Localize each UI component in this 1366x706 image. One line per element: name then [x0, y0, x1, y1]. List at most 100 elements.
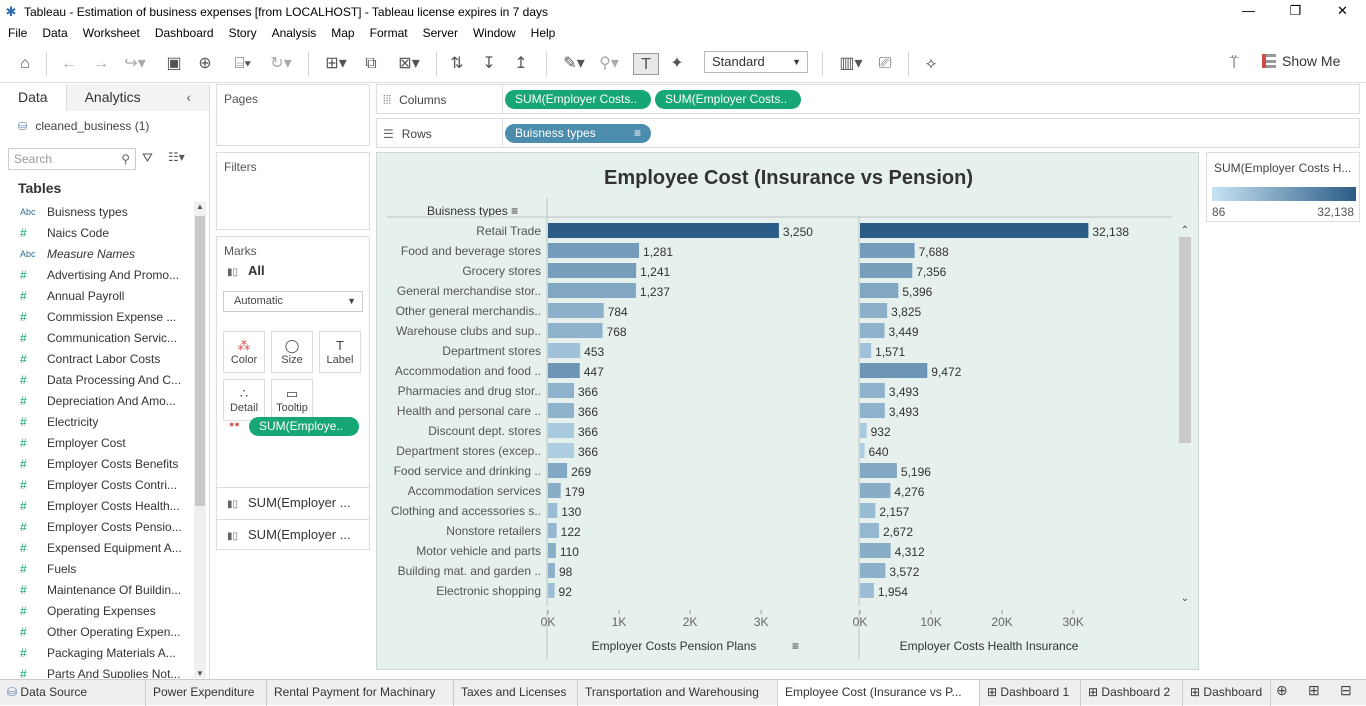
tab-rental-payment[interactable]: Rental Payment for Machinary	[267, 680, 454, 706]
restore-button[interactable]: ❐	[1272, 0, 1319, 23]
menu-worksheet[interactable]: Worksheet	[83, 26, 140, 40]
color-legend[interactable]: SUM(Employer Costs H... 86 32,138	[1206, 152, 1360, 222]
field-item[interactable]: # Depreciation And Amo...	[0, 391, 194, 412]
new-datasource-icon[interactable]: ⊕	[194, 53, 216, 75]
measure-card-2[interactable]: ▮▯ SUM(Employer ...	[227, 527, 351, 542]
group-members-icon[interactable]: ⚲▾	[594, 53, 624, 75]
field-item[interactable]: # Packaging Materials A...	[0, 643, 194, 664]
close-button[interactable]: ✕	[1319, 0, 1366, 23]
collapse-icon[interactable]: ‹	[186, 84, 191, 110]
color-button[interactable]: ⁂ Color	[223, 331, 265, 373]
share-icon[interactable]: ⟡	[920, 53, 942, 75]
tab-power-expenditure[interactable]: Power Expenditure	[146, 680, 267, 706]
filter-icon[interactable]: ⛛	[142, 150, 153, 166]
new-worksheet-icon[interactable]: ⊕	[1276, 682, 1288, 699]
menu-story[interactable]: Story	[229, 26, 257, 40]
tab-taxes-licenses[interactable]: Taxes and Licenses	[454, 680, 578, 706]
search-input[interactable]: Search ⚲	[8, 148, 136, 170]
field-item[interactable]: # Operating Expenses	[0, 601, 194, 622]
field-item[interactable]: # Contract Labor Costs	[0, 349, 194, 370]
measure-card-1[interactable]: ▮▯ SUM(Employer ...	[227, 495, 351, 510]
field-item[interactable]: # Maintenance Of Buildin...	[0, 580, 194, 601]
sort-descending-icon[interactable]: ↥	[510, 53, 532, 75]
tab-data[interactable]: Data	[0, 84, 67, 111]
size-button[interactable]: ◯ Size	[271, 331, 313, 373]
field-item[interactable]: # Commission Expense ...	[0, 307, 194, 328]
field-item[interactable]: # Employer Cost	[0, 433, 194, 454]
tab-dashboard-1[interactable]: ⊞ Dashboard 1	[980, 680, 1081, 706]
menu-format[interactable]: Format	[370, 26, 408, 40]
rows-pill-business-types[interactable]: Buisness types ≡	[505, 124, 651, 143]
clear-sheet-icon[interactable]: ⊠▾	[392, 53, 426, 75]
highlight-marks-icon[interactable]: ⍡	[1222, 53, 1246, 75]
columns-pill-health[interactable]: SUM(Employer Costs..	[655, 90, 801, 109]
tab-employee-cost[interactable]: Employee Cost (Insurance vs P...	[778, 680, 980, 706]
field-item[interactable]: # Electricity	[0, 412, 194, 433]
menu-server[interactable]: Server	[423, 26, 458, 40]
save-icon[interactable]: ▣	[163, 53, 185, 75]
menu-analysis[interactable]: Analysis	[272, 26, 317, 40]
field-item[interactable]: # Annual Payroll	[0, 286, 194, 307]
redo-icon[interactable]: →	[90, 53, 112, 75]
new-story-icon[interactable]: ⊟	[1340, 682, 1352, 699]
menu-file[interactable]: File	[8, 26, 27, 40]
filters-card[interactable]: Filters	[216, 152, 370, 230]
tab-dashboard[interactable]: ⊞ Dashboard	[1183, 680, 1271, 706]
columns-shelf[interactable]: ⦙⦙⦙ Columns SUM(Employer Costs.. SUM(Empl…	[376, 84, 1360, 114]
new-worksheet-icon[interactable]: ⊞▾	[318, 53, 354, 75]
field-item[interactable]: # Fuels	[0, 559, 194, 580]
show-cards-icon[interactable]: ▥▾	[834, 53, 868, 75]
presentation-mode-icon[interactable]: ⎚	[874, 53, 896, 75]
tab-transportation[interactable]: Transportation and Warehousing	[578, 680, 778, 706]
tooltip-button[interactable]: ▭ Tooltip	[271, 379, 313, 421]
show-mark-labels-icon[interactable]: T	[633, 53, 659, 75]
menu-data[interactable]: Data	[42, 26, 67, 40]
replay-icon[interactable]: ↪▾	[120, 53, 150, 75]
refresh-icon[interactable]: ↻▾	[266, 53, 296, 75]
field-item[interactable]: # Naics Code	[0, 223, 194, 244]
field-item[interactable]: Abc Measure Names	[0, 244, 194, 265]
color-field-pill[interactable]: ●● SUM(Employe..	[223, 417, 359, 436]
label-button[interactable]: T Label	[319, 331, 361, 373]
field-item[interactable]: # Communication Servic...	[0, 328, 194, 349]
pause-update-icon[interactable]: ⌸▾	[226, 53, 260, 75]
field-item[interactable]: # Employer Costs Pensio...	[0, 517, 194, 538]
field-item[interactable]: # Parts And Supplies Not...	[0, 664, 194, 678]
fix-axes-icon[interactable]: ✦	[666, 53, 688, 75]
highlight-icon[interactable]: ✎▾	[558, 53, 590, 75]
datasource-item[interactable]: ⛁ cleaned_business (1)	[0, 111, 209, 141]
color-pill[interactable]: SUM(Employe..	[249, 417, 359, 436]
field-item[interactable]: # Employer Costs Health...	[0, 496, 194, 517]
marks-all[interactable]: ▮▯ All	[227, 263, 265, 278]
field-item[interactable]: # Employer Costs Contri...	[0, 475, 194, 496]
field-item[interactable]: # Expensed Equipment A...	[0, 538, 194, 559]
tab-dashboard-2[interactable]: ⊞ Dashboard 2	[1081, 680, 1183, 706]
field-list-scrollbar[interactable]: ▲ ▼	[194, 202, 206, 678]
sort-ascending-icon[interactable]: ↧	[478, 53, 500, 75]
tab-analytics[interactable]: Analytics ‹	[66, 84, 209, 111]
view-options-icon[interactable]: ☷▾	[168, 150, 185, 164]
new-dashboard-icon[interactable]: ⊞	[1308, 682, 1320, 699]
field-item[interactable]: # Advertising And Promo...	[0, 265, 194, 286]
minimize-button[interactable]: —	[1225, 0, 1272, 23]
fit-dropdown[interactable]: Standard ▼	[704, 51, 808, 73]
menu-map[interactable]: Map	[331, 26, 354, 40]
home-icon[interactable]: ⌂	[14, 53, 36, 75]
field-item[interactable]: # Other Operating Expen...	[0, 622, 194, 643]
rows-shelf[interactable]: ☰ Rows Buisness types ≡	[376, 118, 1360, 148]
pages-card[interactable]: Pages	[216, 84, 370, 146]
undo-icon[interactable]: ←	[58, 53, 80, 75]
menu-window[interactable]: Window	[473, 26, 516, 40]
menu-dashboard[interactable]: Dashboard	[155, 26, 214, 40]
duplicate-sheet-icon[interactable]: ⧉	[360, 53, 382, 75]
swap-icon[interactable]: ⇅	[446, 53, 468, 75]
field-item[interactable]: # Data Processing And C...	[0, 370, 194, 391]
field-item[interactable]: # Employer Costs Benefits	[0, 454, 194, 475]
mark-type-dropdown[interactable]: Automatic ▼	[223, 291, 363, 312]
menu-help[interactable]: Help	[531, 26, 556, 40]
detail-button[interactable]: ∴ Detail	[223, 379, 265, 421]
tab-data-source[interactable]: ⛁ Data Source	[0, 680, 146, 706]
columns-pill-pension[interactable]: SUM(Employer Costs..	[505, 90, 651, 109]
show-me-button[interactable]: Show Me	[1262, 53, 1340, 69]
field-item[interactable]: Abc Buisness types	[0, 202, 194, 223]
